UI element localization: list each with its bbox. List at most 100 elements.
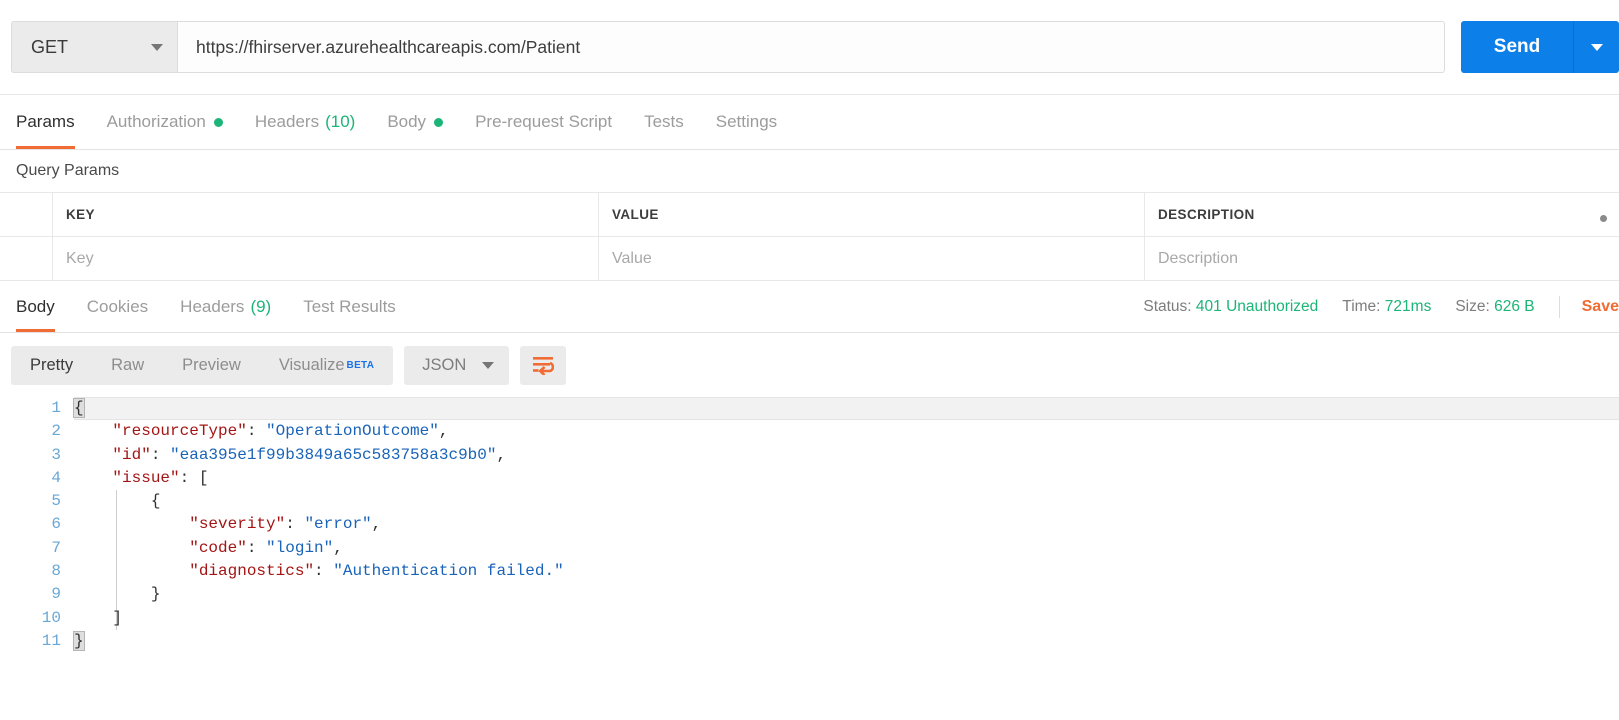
mode-label: Raw — [111, 355, 145, 374]
table-header-row: KEY VALUE DESCRIPTION — [0, 193, 1619, 237]
save-response-link[interactable]: Save — [1582, 298, 1619, 316]
modified-indicator-icon — [434, 117, 444, 127]
param-description-input[interactable]: Description — [1145, 237, 1619, 280]
json-string: "eaa395e1f99b3849a65c583758a3c9b0" — [170, 445, 497, 464]
mode-label: Pretty — [30, 355, 74, 374]
code-punct: : — [246, 538, 267, 557]
response-tabs: Body Cookies Headers (9) Test Results — [16, 281, 412, 332]
request-tab-headers[interactable]: Headers (10) — [239, 95, 372, 149]
code-line: "diagnostics": "Authentication failed." — [74, 560, 1619, 583]
request-tab-settings[interactable]: Settings — [700, 95, 793, 149]
tab-label: Headers — [254, 112, 320, 131]
param-key-input[interactable]: Key — [53, 237, 599, 280]
send-button[interactable]: Send — [1461, 21, 1573, 73]
query-params-title: Query Params — [0, 150, 1619, 192]
response-tab-headers[interactable]: Headers (9) — [164, 281, 287, 332]
code-content[interactable]: { "resourceType": "OperationOutcome", "i… — [73, 397, 1619, 653]
row-checkbox-cell[interactable] — [0, 237, 53, 280]
response-tab-cookies[interactable]: Cookies — [71, 281, 164, 332]
code-line: } — [73, 630, 1619, 653]
request-url-bar: GET https://fhirserver.azurehealthcareap… — [0, 0, 1619, 95]
status-value: 401 Unauthorized — [1195, 297, 1319, 315]
response-meta: Status: 401 Unauthorized Time: 721ms Siz… — [1143, 281, 1619, 332]
bulk-edit-icon[interactable] — [1600, 215, 1607, 222]
request-tab-authorization[interactable]: Authorization — [91, 95, 239, 149]
send-options-button[interactable] — [1574, 21, 1619, 73]
line-number: 6 — [51, 515, 61, 534]
view-mode-visualize[interactable]: Visualize BETA — [260, 346, 393, 385]
http-method-label: GET — [31, 36, 69, 57]
json-key: "id" — [74, 445, 151, 464]
body-format-label: JSON — [422, 355, 467, 374]
size-label: Size: — [1455, 297, 1490, 315]
request-tab-pre-request-script[interactable]: Pre-request Script — [459, 95, 628, 149]
response-tab-body[interactable]: Body — [16, 281, 71, 332]
json-string: "OperationOutcome" — [266, 422, 439, 441]
request-tab-tests[interactable]: Tests — [628, 95, 700, 149]
chevron-down-icon — [1590, 43, 1603, 51]
view-mode-group: Pretty Raw Preview Visualize BETA — [11, 345, 394, 385]
request-tab-params[interactable]: Params — [16, 95, 91, 149]
json-key: "code" — [74, 538, 247, 557]
url-value: https://fhirserver.azurehealthcareapis.c… — [196, 36, 581, 57]
response-tabs-bar: Body Cookies Headers (9) Test Results Status… — [0, 281, 1619, 333]
response-body-code[interactable]: 1 2 3 4 5 6 7 8 9 10 11 { "resourceType": "Operati… — [0, 397, 1619, 653]
line-number: 8 — [51, 562, 61, 581]
code-line: "severity": "error", — [74, 513, 1619, 536]
code-line: { — [74, 490, 1619, 513]
column-header-description: DESCRIPTION — [1158, 207, 1255, 222]
code-punct: , — [371, 515, 382, 534]
line-number-gutter: 1 2 3 4 5 6 7 8 9 10 11 — [0, 397, 74, 653]
line-number: 2 — [51, 422, 61, 441]
code-punct: , — [438, 422, 449, 441]
url-input[interactable]: https://fhirserver.azurehealthcareapis.c… — [177, 21, 1445, 73]
table-row: Key Value Description — [0, 237, 1619, 281]
line-number: 11 — [41, 631, 61, 650]
chevron-down-icon — [482, 361, 495, 369]
line-number: 3 — [51, 445, 61, 464]
line-number: 7 — [51, 538, 61, 557]
wrap-text-button[interactable] — [520, 345, 567, 385]
query-params-table: KEY VALUE DESCRIPTION Key Value Descript… — [0, 192, 1619, 281]
status-label: Status: — [1143, 297, 1192, 315]
line-number: 1 — [51, 399, 61, 417]
tab-label: Headers — [180, 296, 245, 316]
code-punct: : — [314, 562, 334, 581]
select-all-checkbox-cell[interactable] — [0, 193, 53, 236]
send-button-group: Send — [1461, 21, 1619, 73]
code-line: } — [74, 583, 1619, 606]
param-value-input[interactable]: Value — [599, 237, 1145, 280]
code-punct: : — [150, 445, 171, 464]
time-value: 721ms — [1384, 297, 1432, 315]
code-punct: { — [73, 398, 85, 418]
mode-label: Visualize — [278, 355, 345, 374]
column-header-key: KEY — [53, 193, 599, 236]
tab-label: Tests — [644, 112, 684, 131]
request-tab-body[interactable]: Body — [371, 95, 459, 149]
code-punct: ] — [74, 608, 123, 627]
size-value: 626 B — [1494, 297, 1535, 315]
line-number: 10 — [41, 608, 61, 627]
tab-count: (9) — [250, 296, 272, 316]
code-punct: , — [333, 538, 343, 557]
mode-label: Preview — [182, 355, 241, 374]
line-number: 9 — [51, 585, 61, 604]
code-punct: } — [73, 630, 85, 651]
code-line: "code": "login", — [74, 537, 1619, 560]
tab-label: Cookies — [86, 296, 149, 316]
http-method-select[interactable]: GET — [11, 21, 177, 73]
line-number: 5 — [51, 492, 61, 511]
code-punct: : — [179, 468, 199, 487]
tab-label: Authorization — [106, 112, 206, 131]
view-mode-pretty[interactable]: Pretty — [11, 346, 92, 385]
code-punct: : — [246, 422, 267, 441]
tab-count: (10) — [325, 112, 356, 131]
response-viewer-toolbar: Pretty Raw Preview Visualize BETA JSON — [0, 333, 1619, 397]
tab-label: Settings — [715, 112, 778, 131]
response-tab-test-results[interactable]: Test Results — [287, 281, 412, 332]
tab-label: Body — [16, 296, 55, 316]
body-format-select[interactable]: JSON — [404, 345, 510, 385]
code-punct: { — [74, 492, 161, 511]
view-mode-preview[interactable]: Preview — [163, 346, 260, 385]
view-mode-raw[interactable]: Raw — [92, 346, 163, 385]
